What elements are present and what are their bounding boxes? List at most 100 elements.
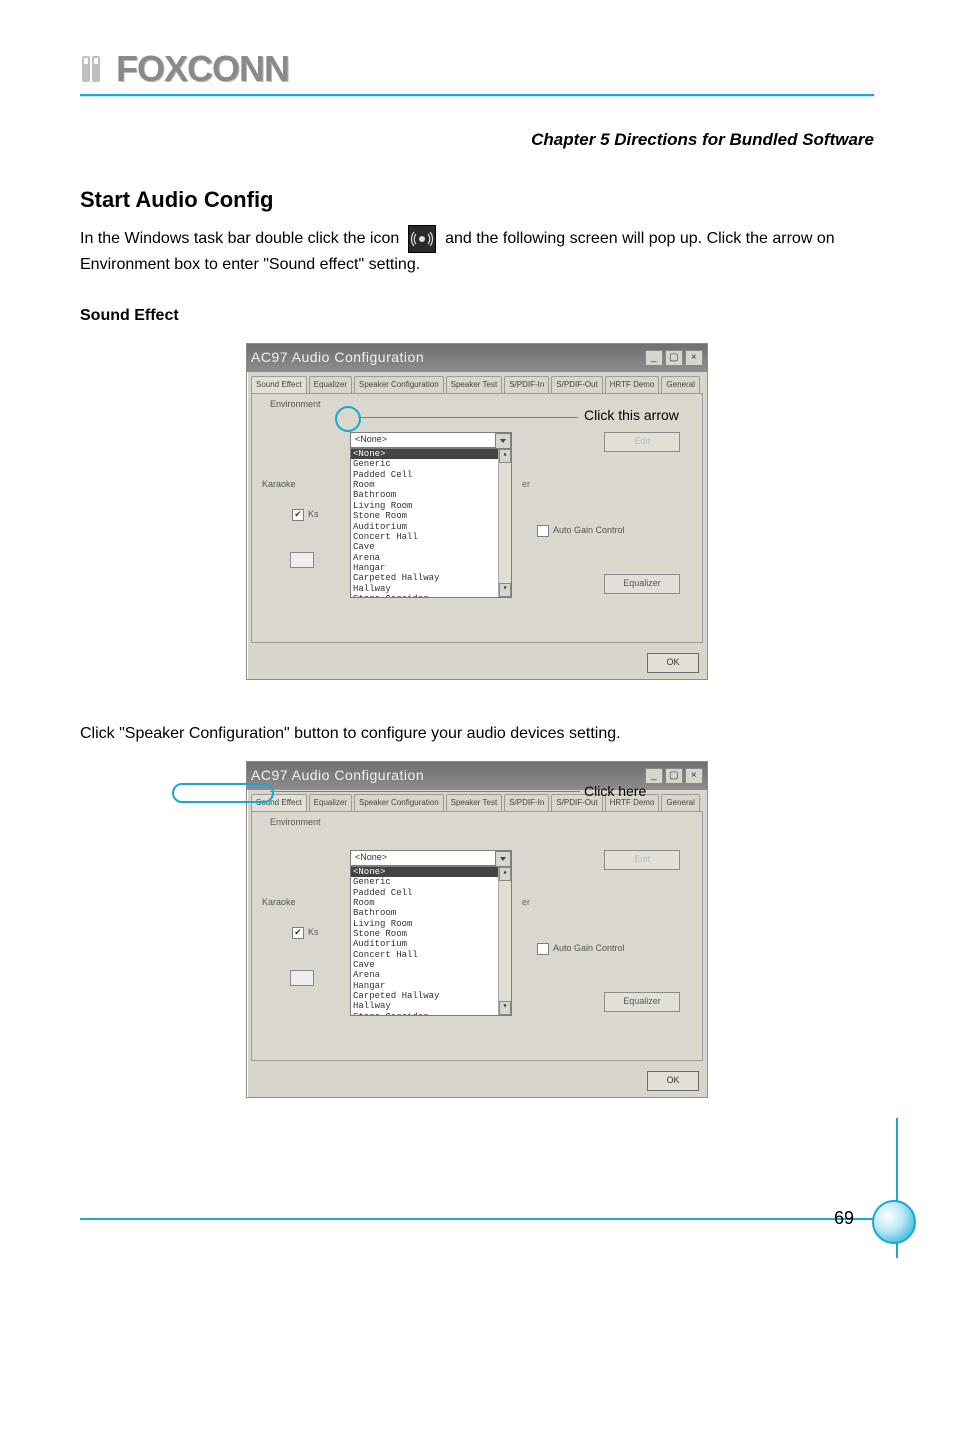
chapter-header: Chapter 5 Directions for Bundled Softwar… <box>531 130 874 149</box>
brand-mark-icon <box>80 54 108 84</box>
list-item[interactable]: Arena <box>351 553 511 563</box>
group-environment-label: Environment <box>266 816 325 830</box>
tray-sound-icon <box>408 225 436 253</box>
list-item[interactable]: Stone Corridor <box>351 1012 511 1016</box>
figure-sound-effect: AC97 Audio Configuration _ ▢ × Sound Eff… <box>80 343 874 680</box>
list-item[interactable]: Stone Room <box>351 511 511 521</box>
scroll-down-icon[interactable]: ▾ <box>499 583 511 597</box>
checkbox-box-icon <box>292 509 304 521</box>
dialog-titlebar: AC97 Audio Configuration _ ▢ × <box>247 344 707 372</box>
maximize-button[interactable]: ▢ <box>665 768 683 784</box>
footer-horizontal-line <box>80 1218 894 1220</box>
equalizer-button[interactable]: Equalizer <box>604 574 680 594</box>
environment-listbox[interactable]: <None> Generic Padded Cell Room Bathroom… <box>350 448 512 598</box>
list-item[interactable]: Hallway <box>351 584 511 594</box>
ok-button[interactable]: OK <box>647 1071 699 1091</box>
figure-speaker-config: AC97 Audio Configuration _ ▢ × Sound Eff… <box>80 761 874 1098</box>
list-item[interactable]: Room <box>351 480 511 490</box>
tab-speaker-test[interactable]: Speaker Test <box>446 794 503 811</box>
list-item[interactable]: Generic <box>351 877 511 887</box>
checkbox-box-icon <box>292 927 304 939</box>
ac97-dialog-2: AC97 Audio Configuration _ ▢ × Sound Eff… <box>246 761 708 1098</box>
list-item[interactable]: Padded Cell <box>351 888 511 898</box>
sound-effect-heading: Sound Effect <box>80 304 874 329</box>
dialog-tabs: Sound Effect Equalizer Speaker Configura… <box>247 372 707 393</box>
list-item[interactable]: Auditorium <box>351 522 511 532</box>
ok-button[interactable]: OK <box>647 653 699 673</box>
list-item[interactable]: Bathroom <box>351 908 511 918</box>
environment-listbox[interactable]: <None> Generic Padded Cell Room Bathroom… <box>350 866 512 1016</box>
list-item[interactable]: Auditorium <box>351 939 511 949</box>
dialog-title: AC97 Audio Configuration <box>251 765 424 787</box>
list-scrollbar[interactable]: ▴ ▾ <box>498 449 511 597</box>
environment-combo[interactable]: <None> <box>350 432 512 448</box>
list-item[interactable]: Room <box>351 898 511 908</box>
list-item[interactable]: Cave <box>351 542 511 552</box>
checkbox-autogain[interactable]: Auto Gain Control <box>537 942 625 956</box>
list-item[interactable]: Cave <box>351 960 511 970</box>
intro-text-a: In the Windows task bar double click the… <box>80 231 404 248</box>
combo-value: <None> <box>355 433 387 447</box>
tab-spdif-in[interactable]: S/PDIF-In <box>504 794 549 811</box>
list-item[interactable]: Generic <box>351 459 511 469</box>
list-item[interactable]: Living Room <box>351 501 511 511</box>
tab-spdif-in[interactable]: S/PDIF-In <box>504 376 549 393</box>
list-item[interactable]: Hallway <box>351 1001 511 1011</box>
combo-arrow-button[interactable] <box>495 433 511 449</box>
tab-sound-effect[interactable]: Sound Effect <box>251 376 307 393</box>
page-footer-decor: 69 <box>0 1178 954 1298</box>
combo-value: <None> <box>355 851 387 865</box>
environment-combo[interactable]: <None> <box>350 850 512 866</box>
tab-spdif-out[interactable]: S/PDIF-Out <box>551 376 602 393</box>
list-item[interactable]: Padded Cell <box>351 470 511 480</box>
tab-equalizer[interactable]: Equalizer <box>309 794 352 811</box>
list-item[interactable]: Hangar <box>351 563 511 573</box>
group-karaoke-label: Karaoke <box>262 896 296 910</box>
list-item[interactable]: Hangar <box>351 981 511 991</box>
list-item[interactable]: Carpeted Hallway <box>351 573 511 583</box>
checkbox-ks[interactable]: Ks <box>292 926 319 940</box>
callout-line-tab <box>270 791 580 792</box>
scroll-down-icon[interactable]: ▾ <box>499 1001 511 1015</box>
list-item[interactable]: Concert Hall <box>351 532 511 542</box>
list-item[interactable]: Carpeted Hallway <box>351 991 511 1001</box>
close-button[interactable]: × <box>685 350 703 366</box>
tab-equalizer[interactable]: Equalizer <box>309 376 352 393</box>
combo-arrow-button[interactable] <box>495 851 511 867</box>
minimize-button[interactable]: _ <box>645 768 663 784</box>
list-item[interactable]: Arena <box>351 970 511 980</box>
key-shift-icon <box>290 970 314 986</box>
tab-speaker-configuration[interactable]: Speaker Configuration <box>354 376 444 393</box>
list-item[interactable]: Bathroom <box>351 490 511 500</box>
tab-speaker-test[interactable]: Speaker Test <box>446 376 503 393</box>
dialog-title: AC97 Audio Configuration <box>251 347 424 369</box>
other-right-label: er <box>522 478 530 492</box>
scroll-up-icon[interactable]: ▴ <box>499 867 511 881</box>
tab-hrtf-demo[interactable]: HRTF Demo <box>605 376 660 393</box>
equalizer-button[interactable]: Equalizer <box>604 992 680 1012</box>
tab-general[interactable]: General <box>661 376 699 393</box>
checkbox-ks-label: Ks <box>308 926 319 940</box>
list-item[interactable]: <None> <box>351 867 511 877</box>
list-item[interactable]: Concert Hall <box>351 950 511 960</box>
maximize-button[interactable]: ▢ <box>665 350 683 366</box>
tab-content: Environment Karaoke <None> <None> Generi… <box>251 393 703 643</box>
list-scrollbar[interactable]: ▴ ▾ <box>498 867 511 1015</box>
key-shift-icon <box>290 552 314 568</box>
close-button[interactable]: × <box>685 768 703 784</box>
minimize-button[interactable]: _ <box>645 350 663 366</box>
list-item[interactable]: Stone Room <box>351 929 511 939</box>
list-item[interactable]: Living Room <box>351 919 511 929</box>
list-item[interactable]: Stone Corridor <box>351 594 511 598</box>
checkbox-autogain[interactable]: Auto Gain Control <box>537 524 625 538</box>
edit-button[interactable]: Edit <box>604 432 680 452</box>
tab-general[interactable]: General <box>661 794 699 811</box>
brand-name: FOXCONN <box>116 48 289 90</box>
checkbox-box-icon <box>537 943 549 955</box>
list-item[interactable]: <None> <box>351 449 511 459</box>
edit-button[interactable]: Edit <box>604 850 680 870</box>
checkbox-autogain-label: Auto Gain Control <box>553 524 625 538</box>
scroll-up-icon[interactable]: ▴ <box>499 449 511 463</box>
tab-speaker-configuration[interactable]: Speaker Configuration <box>354 794 444 811</box>
checkbox-ks[interactable]: Ks <box>292 508 319 522</box>
